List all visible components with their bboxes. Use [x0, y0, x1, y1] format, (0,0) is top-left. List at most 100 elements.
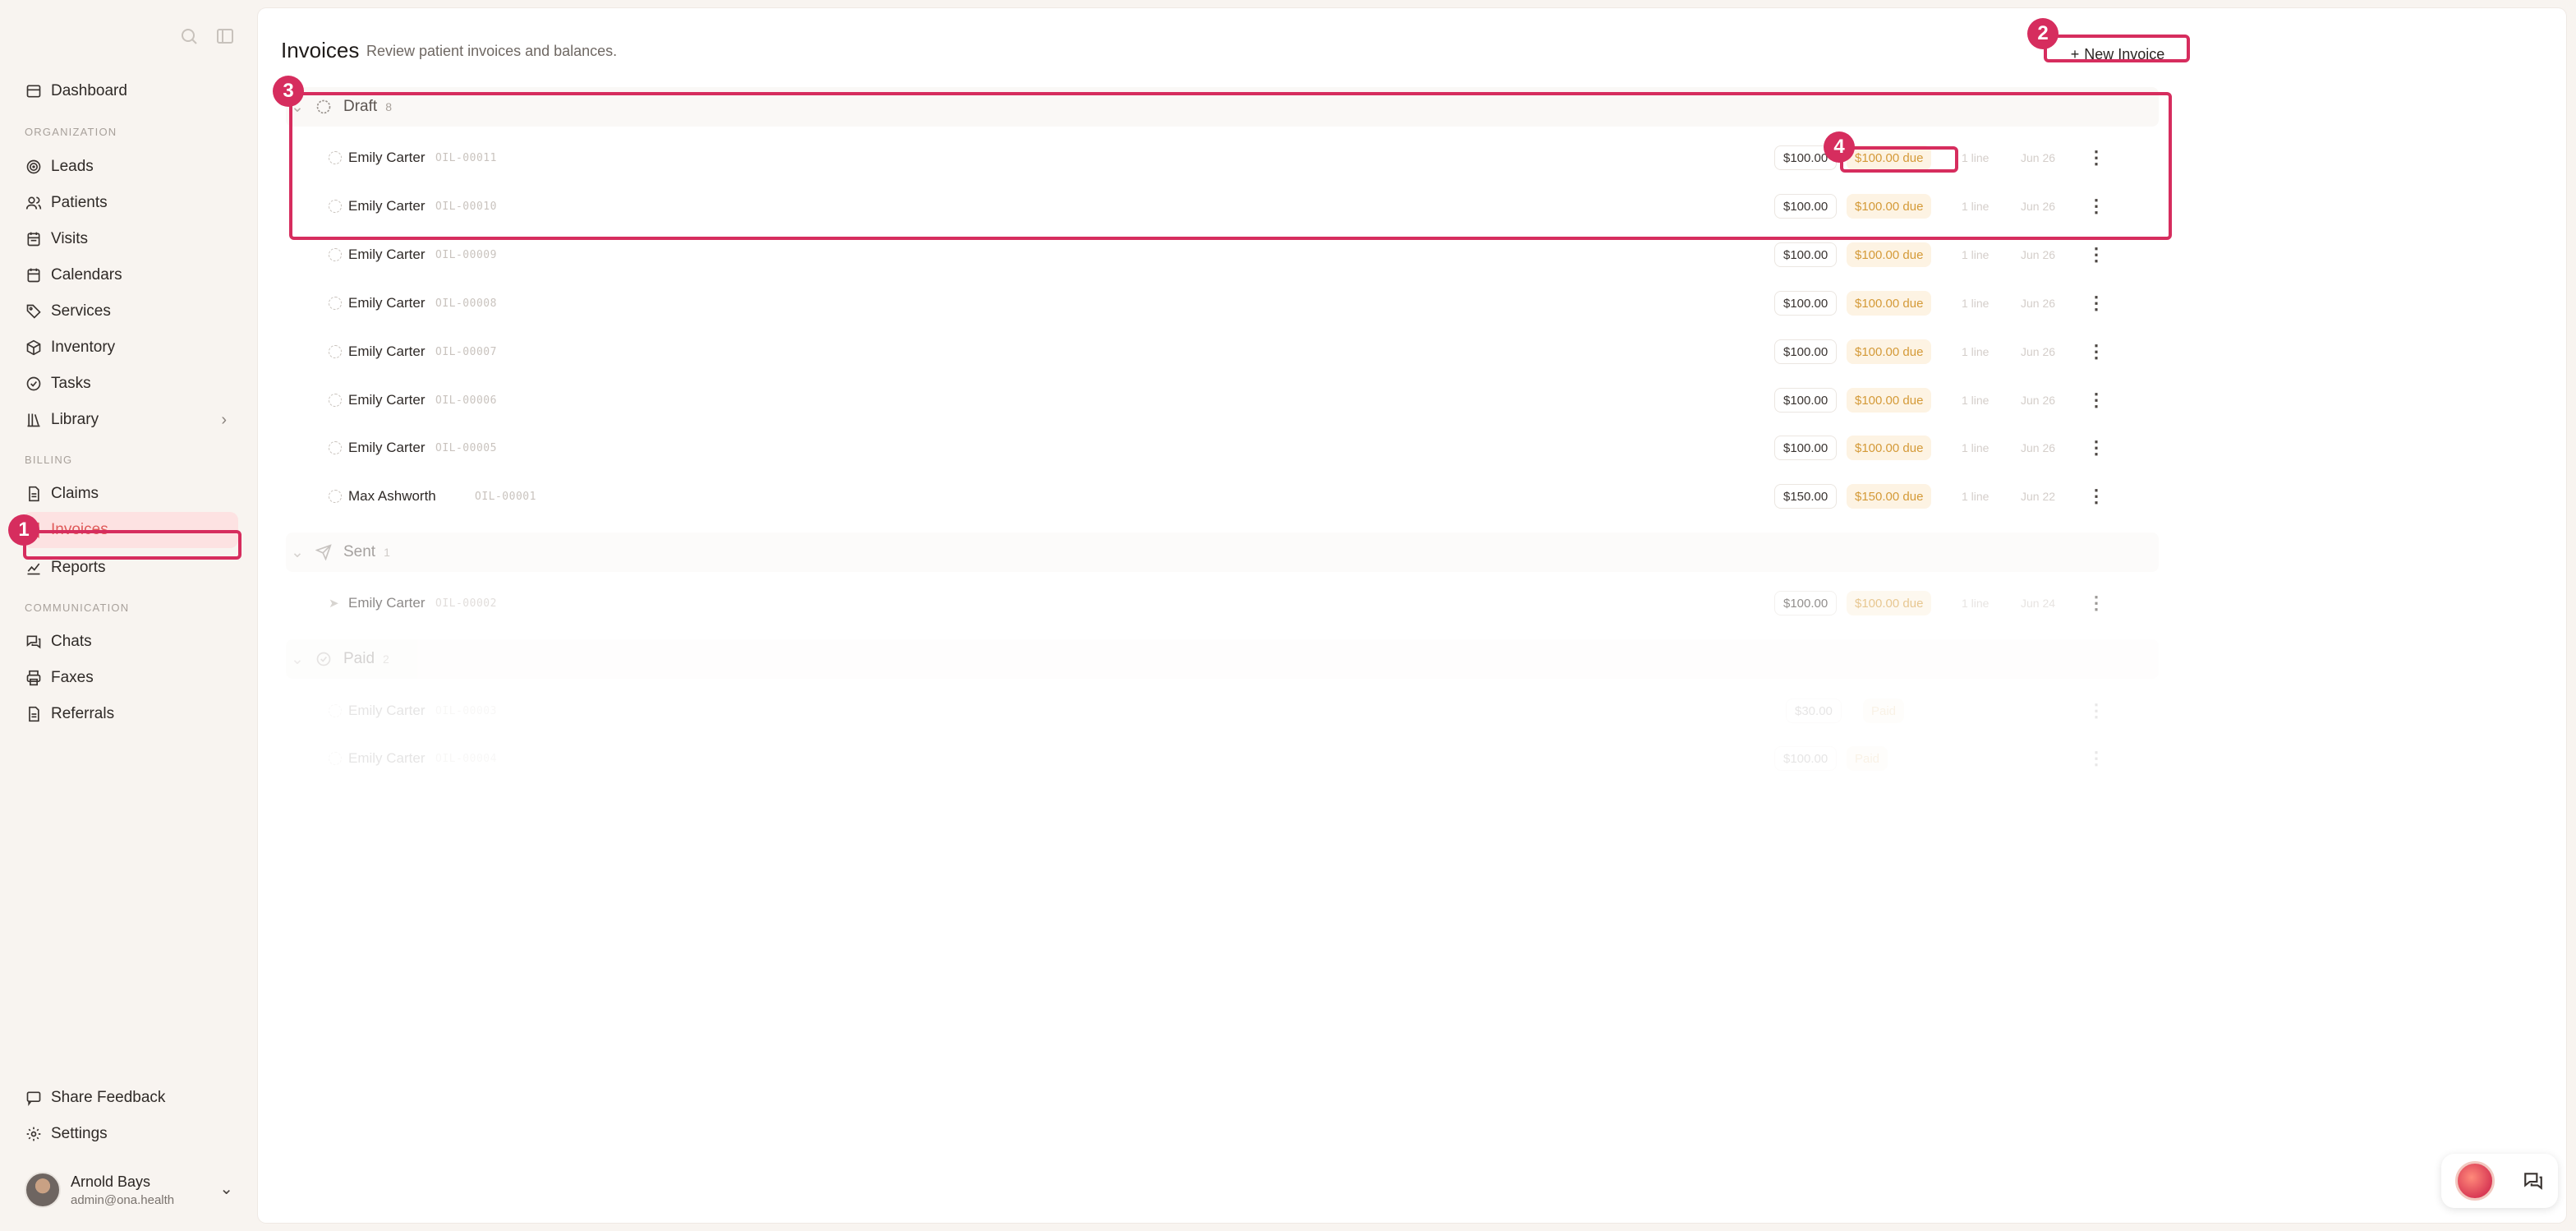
patient-name: Emily Carter — [348, 750, 426, 766]
invoice-date: Jun 26 — [2021, 394, 2056, 407]
invoice-row[interactable]: Emily Carter OIL-00007 $100.00 $100.00 d… — [286, 331, 2159, 372]
line-count: 1 line — [1962, 394, 1990, 407]
page-title: Invoices — [281, 38, 360, 62]
sidebar-toggle-icon[interactable] — [215, 26, 237, 48]
draft-status-icon — [329, 490, 342, 503]
amount-badge: $100.00 — [1774, 746, 1838, 771]
more-options-icon[interactable]: ⋮ — [2086, 702, 2106, 720]
sidebar: Dashboard ORGANIZATION Leads Patients Vi… — [0, 0, 256, 1231]
due-badge: $100.00 due — [1847, 339, 1932, 364]
invoice-date: Jun 26 — [2021, 345, 2056, 358]
sidebar-item-calendars[interactable]: Calendars — [23, 257, 238, 293]
sidebar-item-services[interactable]: Services — [23, 293, 238, 330]
invoice-number: OIL-00004 — [435, 752, 497, 765]
due-badge: $100.00 due — [1847, 242, 1932, 267]
sidebar-toolbar — [179, 26, 237, 48]
sidebar-item-label: Chats — [51, 633, 92, 650]
invoice-number: OIL-00005 — [435, 441, 497, 454]
amount-badge: $100.00 — [1774, 291, 1838, 316]
invoice-row[interactable]: Emily Carter OIL-00004 $100.00 Paid ⋮ — [286, 738, 2159, 779]
invoice-number: OIL-00008 — [435, 297, 497, 310]
patient-name: Emily Carter — [348, 703, 426, 718]
invoice-row[interactable]: ➤ Emily Carter OIL-00002 $100.00 $100.00… — [286, 583, 2159, 624]
document-icon — [25, 705, 43, 723]
target-icon — [25, 158, 43, 176]
more-options-icon[interactable]: ⋮ — [2086, 391, 2106, 409]
sidebar-item-tasks[interactable]: Tasks — [23, 366, 238, 402]
amount-badge: $100.00 — [1774, 242, 1838, 267]
chat-icon — [25, 633, 43, 651]
sidebar-item-settings[interactable]: Settings — [23, 1116, 238, 1152]
draft-status-icon — [329, 345, 342, 358]
sidebar-item-chats[interactable]: Chats — [23, 624, 238, 660]
sidebar-item-claims[interactable]: Claims — [23, 476, 238, 512]
draft-status-icon — [329, 394, 342, 407]
invoice-number: OIL-00003 — [435, 704, 497, 717]
more-options-icon[interactable]: ⋮ — [2086, 439, 2106, 457]
paid-badge: Paid — [1847, 746, 1888, 771]
sidebar-item-share-feedback[interactable]: Share Feedback — [23, 1080, 238, 1116]
draft-status-icon — [329, 297, 342, 310]
amount-badge: $100.00 — [1774, 388, 1838, 413]
more-options-icon[interactable]: ⋮ — [2086, 294, 2106, 312]
check-circle-icon — [25, 375, 43, 393]
invoice-number: OIL-00007 — [435, 345, 497, 358]
sidebar-item-dashboard[interactable]: Dashboard — [23, 73, 238, 109]
patient-name: Emily Carter — [348, 247, 426, 262]
sidebar-item-visits[interactable]: Visits — [23, 221, 238, 257]
sidebar-item-label: Tasks — [51, 375, 91, 392]
invoice-row[interactable]: Emily Carter OIL-00008 $100.00 $100.00 d… — [286, 283, 2159, 324]
assistant-avatar[interactable] — [2455, 1161, 2495, 1201]
paid-badge: Paid — [1863, 698, 1905, 723]
more-options-icon[interactable]: ⋮ — [2086, 594, 2106, 612]
group-header-sent[interactable]: ⌄ Sent 1 — [286, 533, 2159, 572]
due-badge: $100.00 due — [1847, 388, 1932, 413]
sidebar-item-label: Visits — [51, 230, 89, 247]
invoice-row[interactable]: Emily Carter OIL-00006 $100.00 $100.00 d… — [286, 380, 2159, 421]
annotation-box-1 — [23, 530, 242, 560]
sidebar-item-library[interactable]: Library › — [23, 402, 238, 438]
sidebar-item-label: Leads — [51, 158, 94, 175]
sidebar-item-label: Reports — [51, 559, 106, 576]
sidebar-item-patients[interactable]: Patients — [23, 185, 238, 221]
annotation-marker-1: 1 — [8, 514, 39, 546]
chat-widget[interactable] — [2441, 1154, 2558, 1208]
chat-icon[interactable] — [2523, 1170, 2544, 1192]
send-icon — [315, 543, 334, 561]
sidebar-item-label: Settings — [51, 1125, 108, 1142]
sidebar-item-label: Claims — [51, 485, 99, 502]
sidebar-item-label: Calendars — [51, 266, 122, 284]
users-icon — [25, 194, 43, 212]
more-options-icon[interactable]: ⋮ — [2086, 343, 2106, 361]
sidebar-item-label: Share Feedback — [51, 1089, 166, 1106]
user-menu[interactable]: Arnold Bays admin@ona.health ⌄ — [25, 1167, 235, 1213]
more-options-icon[interactable]: ⋮ — [2086, 246, 2106, 264]
printer-icon — [25, 669, 43, 687]
group-label: Sent — [343, 543, 376, 560]
due-badge: $100.00 due — [1847, 591, 1932, 616]
sidebar-item-referrals[interactable]: Referrals — [23, 696, 238, 732]
sidebar-item-faxes[interactable]: Faxes — [23, 660, 238, 696]
invoice-row[interactable]: Emily Carter OIL-00003 $30.00 Paid ⋮ — [286, 690, 2159, 731]
more-options-icon[interactable]: ⋮ — [2086, 749, 2106, 768]
draft-status-icon — [329, 248, 342, 261]
patient-name: Emily Carter — [348, 392, 426, 408]
group-count: 2 — [383, 652, 389, 666]
invoice-number: OIL-00002 — [435, 597, 497, 610]
invoice-row[interactable]: Max Ashworth OIL-00001 $150.00 $150.00 d… — [286, 476, 2159, 517]
invoice-row[interactable]: Emily Carter OIL-00005 $100.00 $100.00 d… — [286, 427, 2159, 468]
annotation-box-2 — [2044, 35, 2190, 62]
invoice-row[interactable]: Emily Carter OIL-00009 $100.00 $100.00 d… — [286, 234, 2159, 275]
annotation-box-4 — [1840, 146, 1958, 173]
chevron-down-icon: ⌄ — [291, 650, 304, 668]
search-icon[interactable] — [179, 26, 200, 48]
sidebar-item-label: Faxes — [51, 669, 94, 686]
sidebar-item-inventory[interactable]: Inventory — [23, 330, 238, 366]
sidebar-item-leads[interactable]: Leads — [23, 149, 238, 185]
sidebar-item-label: Dashboard — [51, 82, 127, 99]
annotation-marker-3: 3 — [273, 76, 304, 107]
group-header-paid[interactable]: ⌄ Paid 2 — [286, 639, 2159, 679]
patient-name: Emily Carter — [348, 440, 426, 455]
line-count: 1 line — [1962, 441, 1990, 454]
more-options-icon[interactable]: ⋮ — [2086, 487, 2106, 505]
